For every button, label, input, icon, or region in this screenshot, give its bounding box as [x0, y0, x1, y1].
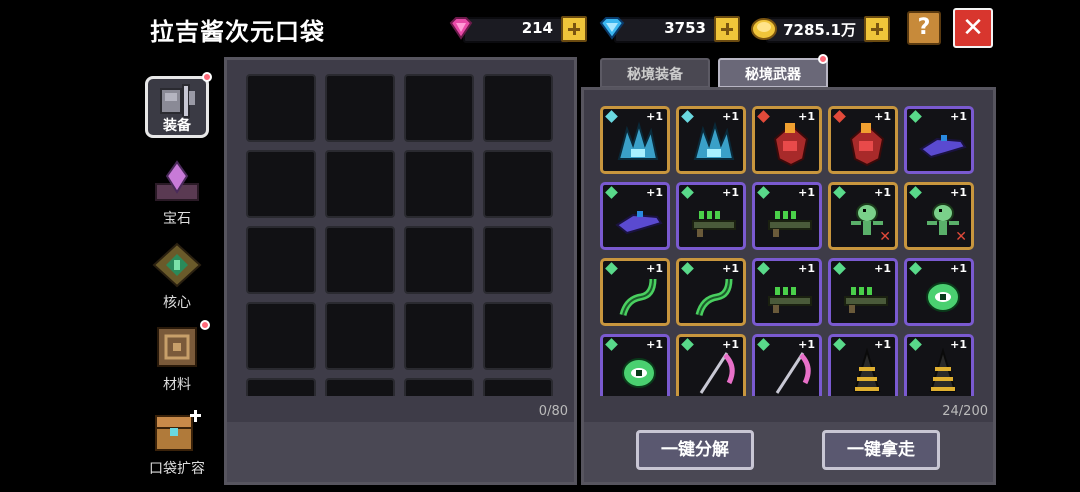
weapon-slot[interactable]: +1 — [752, 334, 822, 396]
sidebar-item-label: 装备 — [163, 118, 191, 134]
pocket-grid — [236, 70, 560, 396]
empty-slot[interactable] — [404, 302, 474, 370]
empty-slot[interactable] — [404, 150, 474, 218]
weapon-slot[interactable]: +1 — [752, 258, 822, 326]
green-rifle-icon — [692, 211, 736, 237]
vine-whip-icon — [619, 278, 657, 316]
sidebar-item-expand-pocket[interactable]: 口袋扩容 — [142, 406, 212, 478]
dragon-heart-weapon-icon — [773, 123, 809, 167]
weapon-slot[interactable]: +1 — [828, 106, 898, 174]
notification-dot — [200, 320, 210, 330]
diamonds-counter: 3753 — [598, 14, 746, 43]
page-title: 拉吉酱次元口袋 — [150, 18, 325, 46]
chest-icon — [155, 410, 201, 451]
empty-slot[interactable] — [325, 150, 395, 218]
drill-spire-icon — [929, 347, 957, 392]
empty-slot[interactable] — [325, 226, 395, 294]
gold-counter: 7285.1万 — [750, 14, 896, 43]
empty-slot[interactable] — [246, 226, 316, 294]
vine-whip-icon — [695, 278, 733, 316]
green-rifle-icon — [768, 211, 812, 237]
tab-secret-weapons[interactable]: 秘境武器 — [718, 58, 828, 88]
weapon-grid: +1 +1 +1 +1 +1 +1 +1 +1 +1 ✕ +1 ✕ +1 +1 +1 +1 +1 +1 +1 +1 +1… — [590, 96, 986, 396]
empty-slot[interactable] — [325, 74, 395, 142]
weapon-slot[interactable]: +1 — [828, 258, 898, 326]
core-icon — [152, 242, 202, 288]
shark-blaster-icon — [615, 211, 663, 235]
weapon-slot[interactable]: +1 — [828, 334, 898, 396]
weapon-slot[interactable]: +1 — [600, 334, 670, 396]
weapon-slot[interactable]: +1 ✕ — [904, 182, 974, 250]
gem-icon — [155, 160, 199, 201]
empty-slot[interactable] — [246, 378, 316, 396]
drill-spire-icon — [853, 347, 881, 392]
weapon-slot[interactable]: +1 — [752, 182, 822, 250]
pink-scythe-icon — [699, 352, 735, 394]
gems-value: 214 — [521, 19, 553, 37]
cross-icon: ✕ — [879, 229, 891, 245]
pocket-count: 0/80 — [538, 404, 568, 419]
take-all-button[interactable]: 一键拿走 — [822, 430, 940, 470]
empty-slot[interactable] — [404, 378, 474, 396]
ice-crown-weapon-icon — [693, 121, 735, 160]
sidebar-item-gems[interactable]: 宝石 — [142, 156, 212, 228]
empty-slot[interactable] — [246, 302, 316, 370]
weapon-slot[interactable]: +1 — [676, 106, 746, 174]
notification-dot — [202, 72, 212, 82]
decompose-all-button[interactable]: 一键分解 — [636, 430, 754, 470]
empty-slot[interactable] — [483, 226, 553, 294]
weapon-slot[interactable]: +1 — [752, 106, 822, 174]
weapon-slot[interactable]: +1 — [676, 258, 746, 326]
weapon-slot[interactable]: +1 — [676, 182, 746, 250]
empty-slot[interactable] — [404, 74, 474, 142]
add-diamonds-button[interactable] — [714, 16, 740, 42]
weapon-slot[interactable]: +1 — [904, 334, 974, 396]
weapon-slot[interactable]: +1 — [904, 258, 974, 326]
weapon-slot[interactable]: +1 — [600, 258, 670, 326]
empty-slot[interactable] — [483, 150, 553, 218]
weapons-count: 24/200 — [942, 404, 988, 419]
pink-scythe-icon — [775, 352, 811, 394]
gems-counter: 214 — [447, 14, 593, 43]
gold-value: 7285.1万 — [783, 21, 856, 39]
help-button[interactable]: ? — [907, 11, 941, 45]
green-rifle-icon — [768, 287, 812, 313]
material-icon — [157, 327, 197, 367]
weapon-slot[interactable]: +1 ✕ — [828, 182, 898, 250]
cross-icon: ✕ — [955, 229, 967, 245]
empty-slot[interactable] — [483, 378, 553, 396]
weapon-slot[interactable]: +1 — [600, 106, 670, 174]
empty-slot[interactable] — [483, 74, 553, 142]
sidebar-item-materials[interactable]: 材料 — [142, 320, 212, 394]
sidebar-item-core[interactable]: 核心 — [142, 240, 212, 312]
sidebar-item-equipment[interactable]: 装备 — [142, 72, 212, 138]
empty-slot[interactable] — [325, 302, 395, 370]
slime-eye-icon — [622, 358, 656, 388]
empty-slot[interactable] — [325, 378, 395, 396]
green-rifle-icon — [844, 287, 888, 313]
diamonds-value: 3753 — [664, 19, 706, 37]
pocket-footer — [227, 422, 574, 482]
tab-secret-equipment[interactable]: 秘境装备 — [600, 58, 710, 88]
close-button[interactable]: ✕ — [953, 8, 993, 48]
add-gems-button[interactable] — [561, 16, 587, 42]
empty-slot[interactable] — [246, 74, 316, 142]
add-gold-button[interactable] — [864, 16, 890, 42]
notification-dot — [818, 54, 828, 64]
empty-slot[interactable] — [404, 226, 474, 294]
slime-eye-icon — [926, 282, 960, 312]
empty-slot[interactable] — [246, 150, 316, 218]
weapon-slot[interactable]: +1 — [600, 182, 670, 250]
dragon-heart-weapon-icon — [849, 123, 885, 167]
weapon-slot[interactable]: +1 — [676, 334, 746, 396]
shark-blaster-icon — [919, 135, 967, 159]
ice-crown-weapon-icon — [617, 121, 659, 160]
weapon-slot[interactable]: +1 — [904, 106, 974, 174]
empty-slot[interactable] — [483, 302, 553, 370]
